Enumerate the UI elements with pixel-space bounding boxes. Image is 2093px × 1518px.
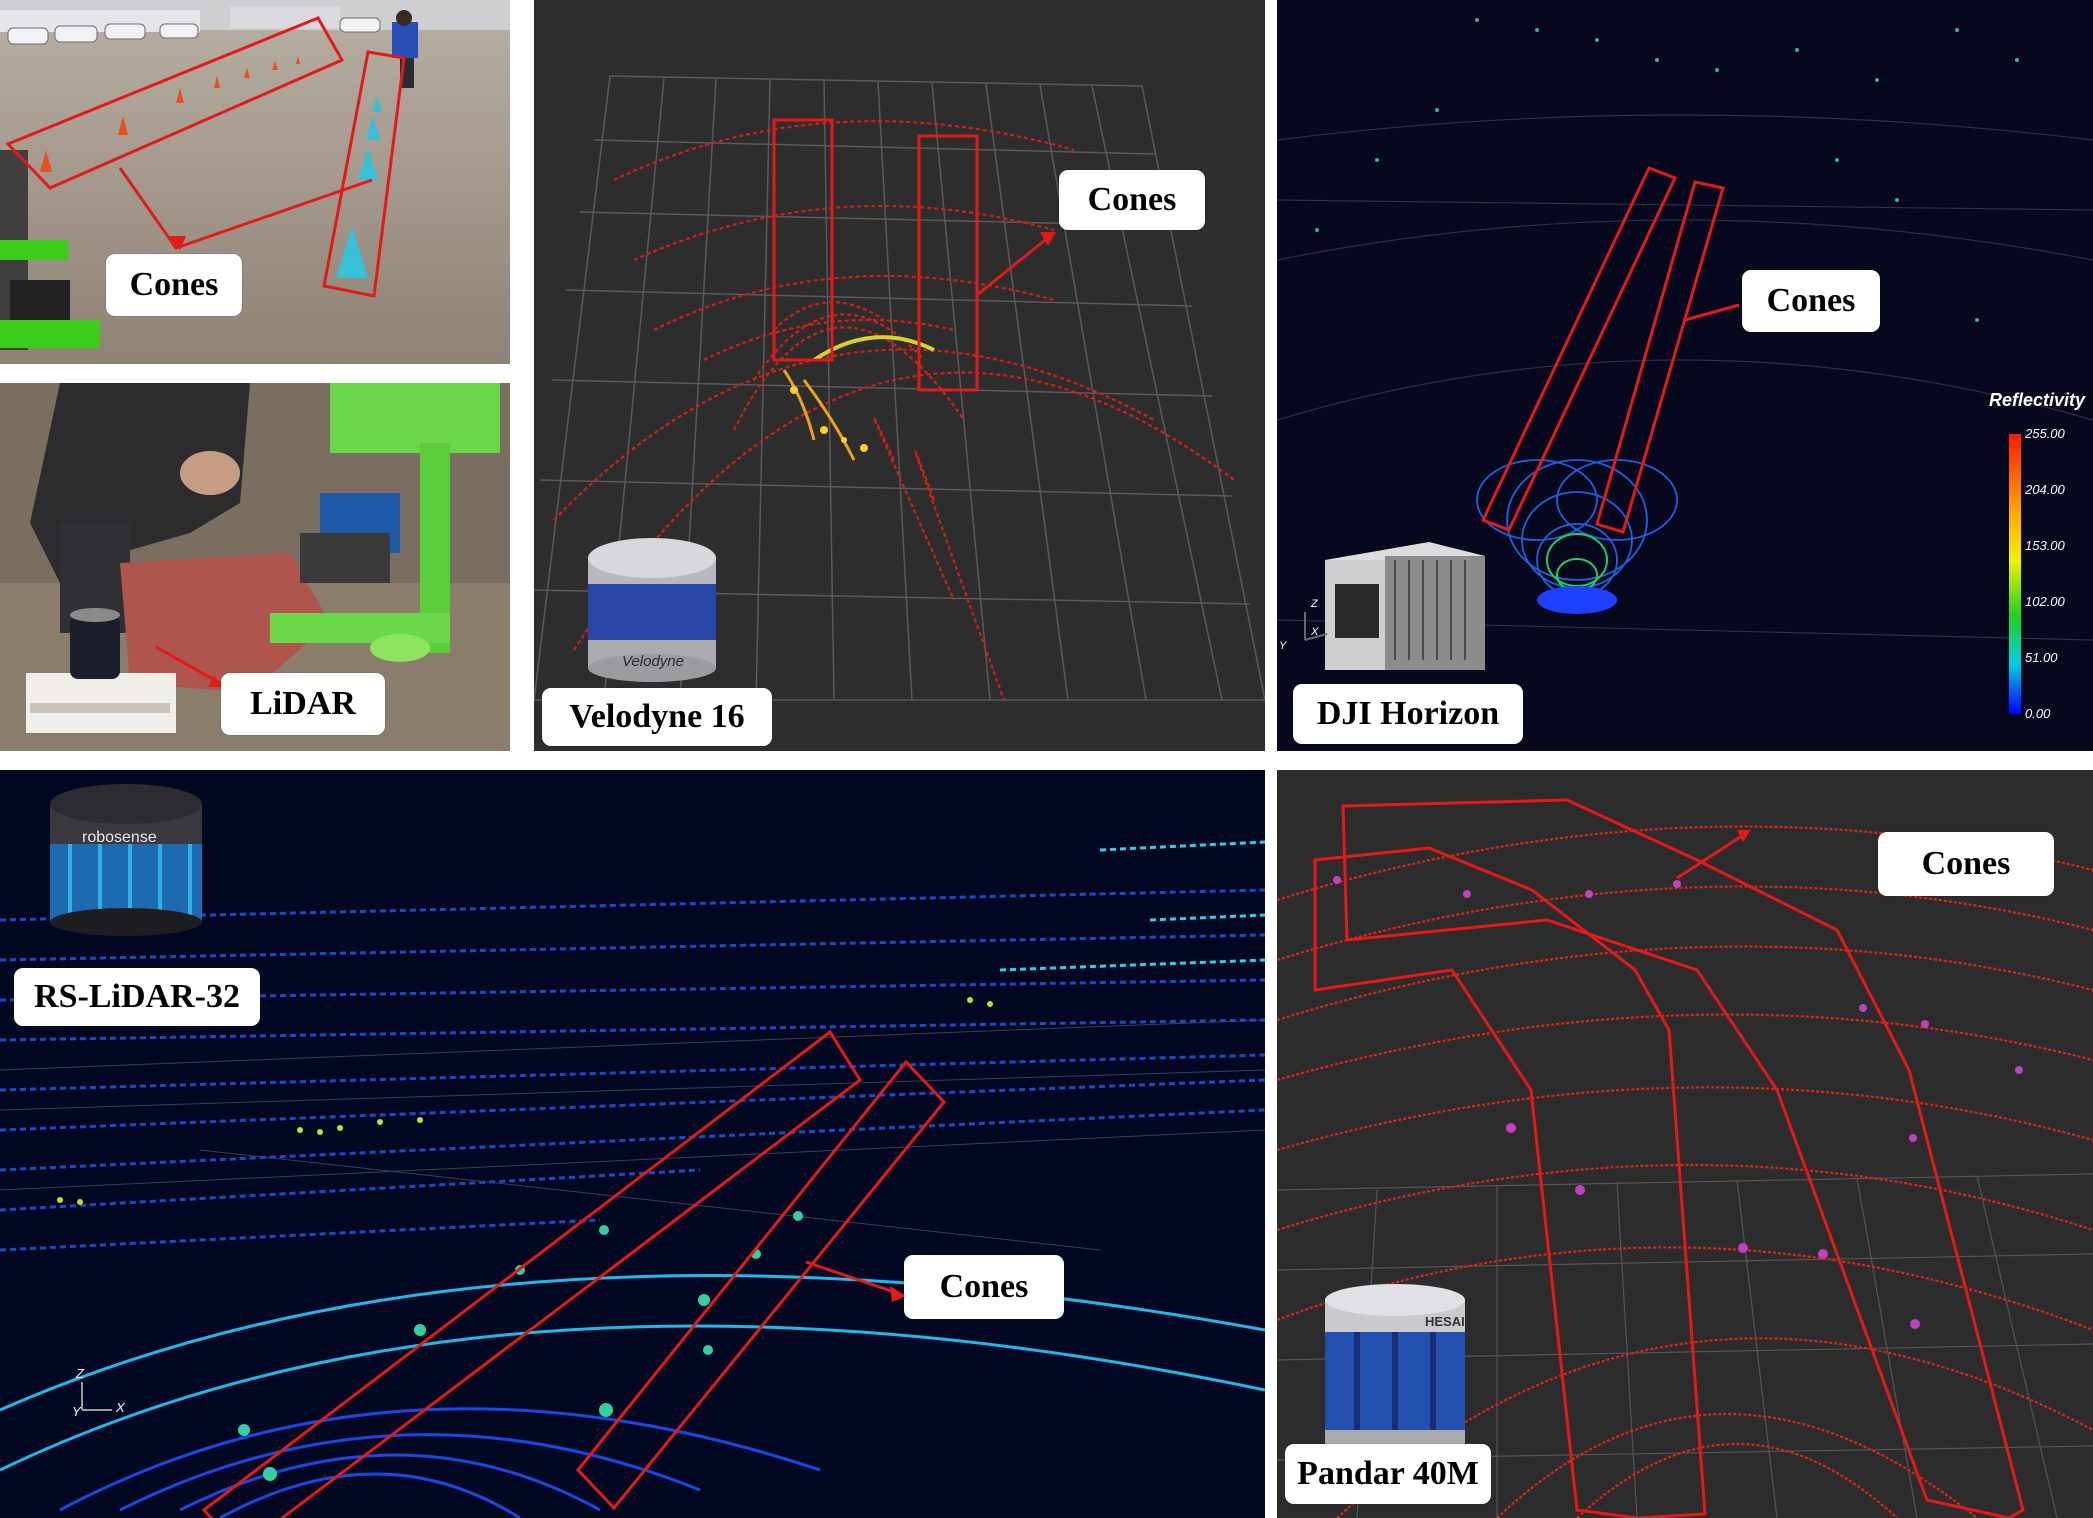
hesai-device-brand: HESAI	[1425, 1314, 1465, 1329]
robosense-cones-label: Cones	[904, 1255, 1064, 1319]
robosense-axis-z: Z	[76, 1366, 84, 1381]
photo-lidar-setup: LiDAR	[0, 383, 510, 751]
axis-label-z: Z	[1311, 598, 1318, 610]
dji-cones-label: Cones	[1742, 270, 1880, 332]
cones-label: Cones	[106, 254, 242, 316]
reflectivity-colorbar	[2009, 434, 2021, 714]
axis-label-y: Y	[1279, 640, 1287, 652]
robosense-pointcloud-graphic: robosense	[0, 784, 1265, 1518]
legend-tick-0: 0.00	[2025, 706, 2051, 721]
velodyne-pointcloud-graphic: Velodyne	[534, 75, 1265, 701]
lidar-label: LiDAR	[221, 673, 385, 735]
legend-tick-255: 255.00	[2025, 426, 2065, 441]
legend-tick-153: 153.00	[2025, 538, 2065, 553]
robosense-sensor-label: RS-LiDAR-32	[14, 968, 260, 1026]
axis-label-x: X	[1311, 626, 1319, 638]
robosense-device-brand: robosense	[82, 829, 157, 846]
legend-tick-102: 102.00	[2025, 594, 2065, 609]
robosense-pointcloud-panel: robosense Z Y X RS-LiDAR-32 Cones	[0, 770, 1265, 1518]
robosense-axis-y: Y	[72, 1404, 81, 1419]
dji-pointcloud-graphic	[1277, 18, 2093, 714]
velodyne-pointcloud-panel: Velodyne Cones Velodyne 16	[534, 0, 1265, 751]
reflectivity-legend-title: Reflectivity	[1989, 390, 2086, 410]
legend-tick-204: 204.00	[2025, 482, 2065, 497]
velodyne-cones-label: Cones	[1059, 170, 1205, 230]
pandar-sensor-label: Pandar 40M	[1285, 1444, 1491, 1504]
robosense-axis-x: X	[116, 1400, 125, 1415]
dji-horizon-pointcloud-panel: Reflectivity 255.00 204.00 153.00 102.00…	[1277, 0, 2093, 751]
legend-tick-51: 51.00	[2025, 650, 2058, 665]
velodyne-sensor-label: Velodyne 16	[542, 688, 772, 746]
pandar-cones-label: Cones	[1878, 832, 2054, 896]
velodyne-device-brand: Velodyne	[622, 653, 684, 670]
pandar-pointcloud-panel: HESAI Cones Pandar 40M	[1277, 770, 2093, 1518]
dji-sensor-label: DJI Horizon	[1293, 684, 1523, 744]
photo-cones-graphic	[0, 0, 510, 364]
photo-cones-scene: Cones	[0, 0, 510, 364]
